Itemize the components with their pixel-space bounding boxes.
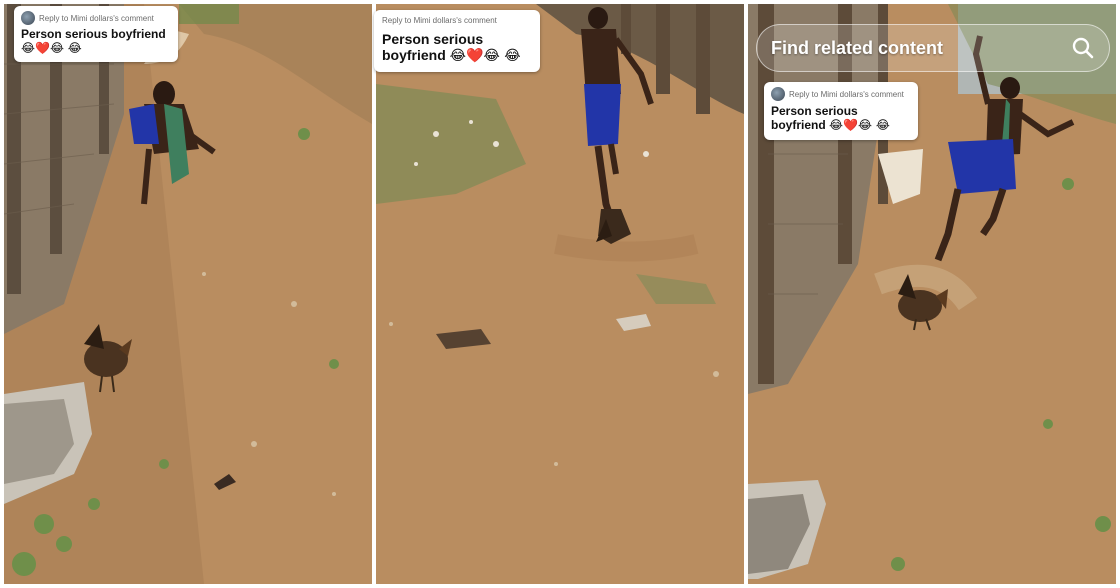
search-label[interactable]: Find related content (771, 38, 1063, 59)
comment-reply-bubble: Reply to Mimi dollars's comment Person s… (764, 82, 918, 140)
caption: Person serious boyfriend 😂❤️😂 😂 (771, 104, 911, 133)
search-button[interactable] (1063, 28, 1103, 68)
find-related-content-search-bar[interactable]: Find related content (756, 24, 1110, 72)
laughing-emoji-group: 😂❤️😂 😂 (829, 117, 890, 132)
comment-reply-bubble: Reply to Mimi dollars's comment Person s… (14, 6, 178, 62)
reply-header: Reply to Mimi dollars's comment (21, 11, 171, 25)
reply-label: Reply to Mimi dollars's comment (382, 16, 497, 25)
video-frame-1 (4, 4, 372, 584)
caption: Person serious boyfriend 😂❤️😂 😂 (21, 27, 171, 56)
caption: Person serious boyfriend 😂❤️😂 😂 (382, 31, 532, 64)
avatar (21, 11, 35, 25)
reply-label: Reply to Mimi dollars's comment (789, 89, 904, 99)
video-frame-2 (376, 4, 744, 584)
caption-text: Person serious boyfriend (21, 27, 166, 41)
laughing-emoji-group: 😂❤️😂 😂 (21, 40, 82, 55)
scene-running-person (376, 4, 744, 584)
reply-header: Reply to Mimi dollars's comment (382, 16, 532, 25)
reply-label: Reply to Mimi dollars's comment (39, 13, 154, 23)
search-icon (1072, 37, 1094, 59)
laughing-emoji-group: 😂❤️😂 😂 (449, 48, 521, 65)
avatar (771, 87, 785, 101)
reply-header: Reply to Mimi dollars's comment (771, 87, 911, 101)
comment-reply-bubble: Reply to Mimi dollars's comment Person s… (374, 10, 540, 73)
scene-crouching-person (4, 4, 372, 584)
